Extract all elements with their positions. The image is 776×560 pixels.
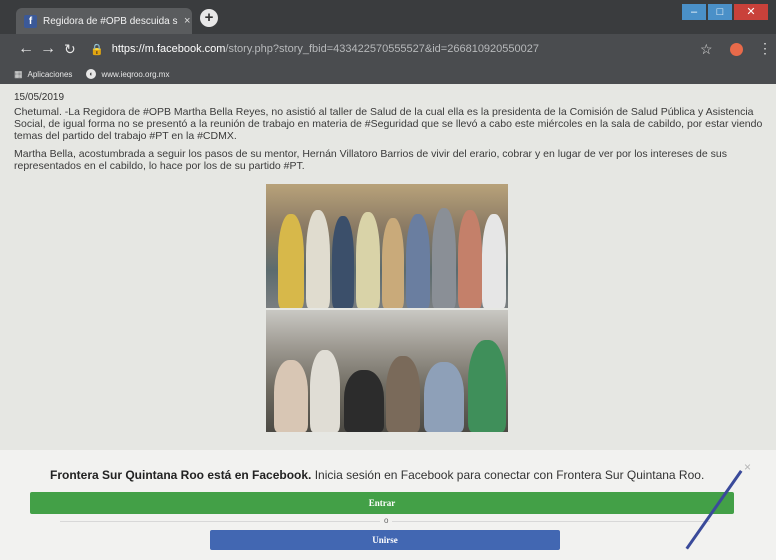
forward-arrow-icon[interactable]: → — [40, 40, 56, 58]
login-prompt-bold: Frontera Sur Quintana Roo está en Facebo… — [50, 468, 312, 482]
bookmark-star-icon[interactable]: ☆ — [700, 41, 713, 58]
login-button[interactable]: Entrar — [30, 492, 734, 514]
profile-avatar-icon[interactable] — [730, 43, 743, 56]
url-path: /story.php?story_fbid=433422570555527&id… — [225, 43, 539, 55]
login-prompt: Frontera Sur Quintana Roo está en Facebo… — [50, 468, 704, 482]
back-arrow-icon[interactable]: ← — [18, 40, 34, 58]
bookmarks-bar: ▦ Aplicaciones ◐ www.ieqroo.org.mx — [0, 64, 776, 84]
browser-tab[interactable]: f Regidora de #OPB descuida su T × — [16, 8, 192, 34]
menu-dots-icon[interactable]: ⋮ — [758, 40, 772, 57]
signup-button[interactable]: Unirse — [210, 530, 560, 550]
bookmark-apps[interactable]: ▦ Aplicaciones — [14, 69, 72, 80]
bookmark-ieqroo[interactable]: ◐ www.ieqroo.org.mx — [86, 69, 169, 79]
address-bar: ← → ↻ 🔒 https://m.facebook.com/story.php… — [0, 34, 776, 64]
post-paragraph-2: Martha Bella, acostumbrada a seguir los … — [14, 148, 727, 172]
post-photo-group[interactable] — [266, 184, 508, 308]
bookmark-label: www.ieqroo.org.mx — [101, 69, 170, 79]
apps-grid-icon: ▦ — [14, 68, 23, 79]
window-controls: – □ ✕ — [682, 4, 768, 20]
login-prompt-text: Inicia sesión en Facebook para conectar … — [311, 468, 705, 482]
banner-close-icon[interactable]: × — [744, 460, 751, 474]
url-input[interactable]: 🔒 https://m.facebook.com/story.php?story… — [90, 39, 650, 59]
facebook-favicon-icon: f — [24, 14, 37, 28]
post-date: 15/05/2019 — [14, 92, 65, 103]
tab-close-icon[interactable]: × — [184, 15, 190, 27]
lock-icon: 🔒 — [90, 43, 104, 56]
reload-icon[interactable]: ↻ — [64, 40, 76, 58]
globe-icon: ◐ — [86, 69, 97, 79]
maximize-icon[interactable]: □ — [708, 4, 732, 20]
facebook-login-banner: Frontera Sur Quintana Roo está en Facebo… — [0, 450, 776, 560]
url-host: https://m.facebook.com — [111, 43, 226, 55]
new-tab-button[interactable]: + — [200, 9, 218, 27]
tab-title: Regidora de #OPB descuida su T — [43, 15, 178, 27]
or-separator: o — [380, 516, 393, 525]
post-photo-meeting[interactable] — [266, 310, 508, 432]
bookmark-label: Aplicaciones — [27, 69, 73, 79]
post-content: 15/05/2019 Chetumal. -La Regidora de #OP… — [0, 84, 776, 450]
close-window-icon[interactable]: ✕ — [734, 4, 768, 20]
post-paragraph-1: Chetumal. -La Regidora de #OPB Martha Be… — [14, 106, 763, 142]
browser-tab-bar: f Regidora de #OPB descuida su T × + – □… — [0, 0, 776, 34]
minimize-icon[interactable]: – — [682, 4, 706, 20]
